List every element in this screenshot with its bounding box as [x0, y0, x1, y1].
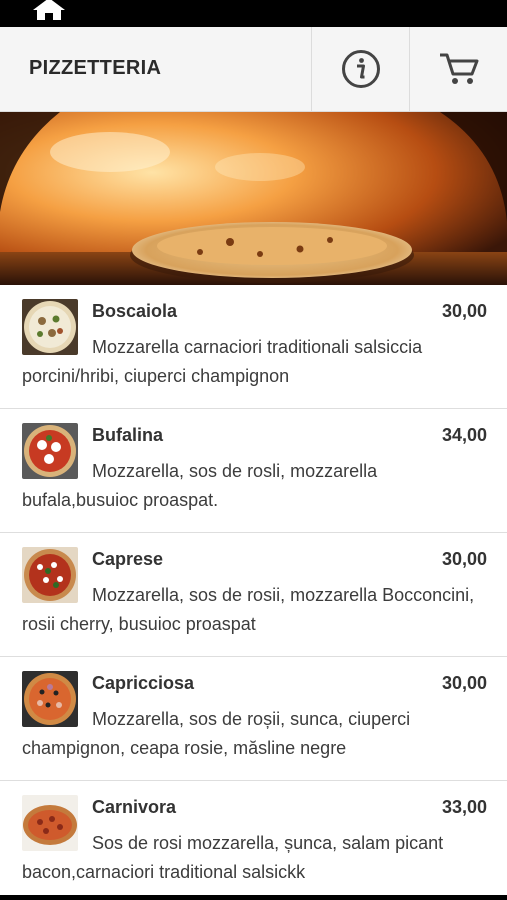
menu-item-carnivora[interactable]: Carnivora 33,00 Sos de rosi mozzarella, …: [0, 781, 507, 895]
item-name: Bufalina: [92, 425, 164, 445]
item-name: Carnivora: [92, 797, 177, 817]
menu-list: Boscaiola 30,00 Mozzarella carnaciori tr…: [0, 285, 507, 895]
item-price: 30,00: [441, 549, 487, 569]
bottom-bar: [0, 895, 507, 900]
shopping-cart-icon: [439, 53, 478, 84]
item-description: Mozzarella, sos de roșii, sunca, ciuperc…: [22, 709, 411, 758]
menu-item-capricciosa[interactable]: Capricciosa 30,00 Mozzarella, sos de roș…: [0, 657, 507, 781]
page-title: PIZZETTERIA: [29, 57, 162, 79]
item-description: Mozzarella, sos de rosli, mozzarella buf…: [22, 461, 378, 510]
home-icon[interactable]: [32, 0, 66, 22]
status-bar: [0, 0, 507, 27]
item-price: 34,00: [441, 425, 487, 445]
item-price: 30,00: [441, 301, 487, 321]
pizza-thumbnail: [22, 423, 78, 479]
menu-item-caprese[interactable]: Caprese 30,00 Mozzarella, sos de rosii, …: [0, 533, 507, 657]
item-name: Boscaiola: [92, 301, 178, 321]
cart-button[interactable]: [409, 27, 507, 111]
item-description: Mozzarella carnaciori traditionali salsi…: [22, 337, 423, 386]
menu-item-bufalina[interactable]: Bufalina 34,00 Mozzarella, sos de rosli,…: [0, 409, 507, 533]
item-price: 33,00: [441, 797, 487, 817]
item-name: Capricciosa: [92, 673, 195, 693]
hero-image: [0, 112, 507, 285]
pizza-thumbnail: [22, 547, 78, 603]
pizza-thumbnail: [22, 299, 78, 355]
app-header: PIZZETTERIA: [0, 27, 507, 112]
app-screen: PIZZETTERIA Boscaiola 30,00 Mozzarella c…: [0, 27, 507, 895]
menu-item-boscaiola[interactable]: Boscaiola 30,00 Mozzarella carnaciori tr…: [0, 285, 507, 409]
item-description: Sos de rosi mozzarella, șunca, salam pic…: [22, 833, 444, 882]
info-circle-icon: [341, 50, 380, 88]
pizza-thumbnail: [22, 671, 78, 727]
item-description: Mozzarella, sos de rosii, mozzarella Boc…: [22, 585, 475, 634]
pizza-thumbnail: [22, 795, 78, 851]
info-button[interactable]: [311, 27, 409, 111]
item-name: Caprese: [92, 549, 164, 569]
item-price: 30,00: [441, 673, 487, 693]
